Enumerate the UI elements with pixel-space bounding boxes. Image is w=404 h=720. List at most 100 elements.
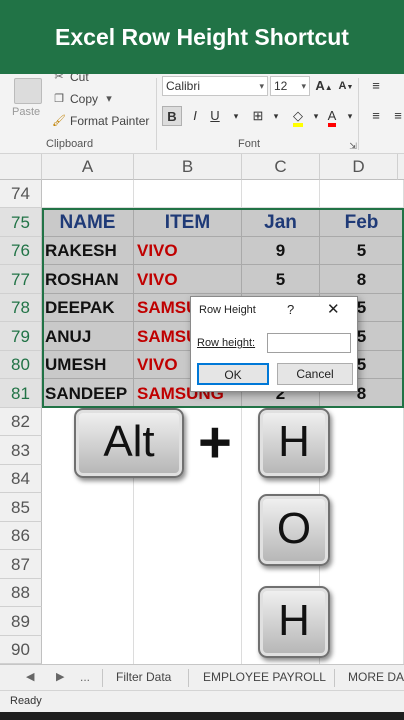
table-header-cell[interactable]: Feb [320,208,404,237]
fill-color-button[interactable]: ◇ [288,106,308,127]
tab-scroll-left-icon[interactable]: ◀ [26,670,34,683]
row-header[interactable]: 86 [0,522,42,550]
table-cell[interactable]: 8 [320,265,404,294]
copy-label: Copy [70,92,99,106]
borders-icon: ⊞ [252,108,264,123]
copy-icon: ❐ [54,93,64,105]
cell[interactable] [42,180,134,208]
close-icon[interactable]: ✕ [327,300,340,318]
row-header[interactable]: 78 [0,294,42,322]
row-header[interactable]: 90 [0,636,42,664]
font-group-label: Font [238,138,261,150]
font-color-button[interactable]: A [322,106,342,127]
row-height-label-text: Row height: [197,337,256,349]
table-cell[interactable]: VIVO [134,237,242,265]
row-height-dialog: Row Height ? ✕ Row height: OK Cancel [190,296,358,392]
table-header-cell[interactable]: NAME [42,208,134,237]
empty-column-area[interactable] [320,408,404,664]
tab-divider [334,669,335,687]
cut-button[interactable]: ✂ Cut [52,74,89,84]
underline-button[interactable]: U [205,106,225,126]
table-cell[interactable]: ANUJ [42,322,134,351]
column-header-c[interactable]: C [242,154,320,180]
table-cell[interactable]: ROSHAN [42,265,134,294]
clipboard-group-label: Clipboard [46,138,94,150]
row-header[interactable]: 74 [0,180,42,208]
align-top-button[interactable]: ≡ [366,76,386,96]
grow-font-button[interactable]: A▲ [314,76,334,96]
format-painter-label: Format Painter [70,114,150,128]
shrink-font-button[interactable]: A▼ [336,76,356,96]
row-header[interactable]: 80 [0,351,42,379]
fill-bucket-icon: ◇ [293,109,303,127]
format-painter-button[interactable]: 🖌 Format Painter [52,114,149,128]
table-cell[interactable]: 9 [242,237,320,265]
table-cell[interactable]: VIVO [134,265,242,294]
column-header-b[interactable]: B [134,154,242,180]
table-cell[interactable]: UMESH [42,351,134,379]
sheet-tab-more-data[interactable]: MORE DA [348,670,404,684]
align-lines-icon: ≡ [394,108,402,123]
align-left-button[interactable]: ≡ [366,106,386,126]
copy-button[interactable]: ❐ Copy ▾ [52,92,116,106]
underline-label: U [210,108,220,123]
chevron-down-icon: ▾ [313,111,319,121]
font-color-dropdown[interactable]: ▾ [340,106,360,126]
paste-button[interactable]: Paste [8,76,46,136]
row-header[interactable]: 76 [0,237,42,265]
table-cell[interactable]: 5 [242,265,320,294]
sheet-tab-employee-payroll[interactable]: EMPLOYEE PAYROLL [203,670,326,684]
row-header[interactable]: 85 [0,493,42,522]
table-header-cell[interactable]: ITEM [134,208,242,237]
cut-label: Cut [70,74,89,84]
cell[interactable] [134,180,242,208]
h-key: H [258,408,330,478]
cancel-button[interactable]: Cancel [277,363,353,385]
ok-button[interactable]: OK [197,363,269,385]
select-all-corner[interactable] [0,154,42,180]
cell[interactable] [242,180,320,208]
table-cell[interactable]: RAKESH [42,237,134,265]
help-icon[interactable]: ? [287,302,294,317]
tab-scroll-right-icon[interactable]: ▶ [56,670,64,683]
video-title-banner: Excel Row Height Shortcut [0,0,404,74]
font-name-dropdown[interactable]: Calibri ▾ [162,76,268,96]
italic-button[interactable]: I [185,106,205,126]
column-header-d[interactable]: D [320,154,398,180]
row-header[interactable]: 75 [0,208,42,237]
clipboard-icon [14,78,42,104]
worksheet-grid[interactable]: A B C D 74 75 76 77 78 79 80 81 82 83 84… [0,154,404,664]
column-header-e[interactable] [398,154,404,180]
o-key: O [258,494,330,566]
table-cell[interactable]: DEEPAK [42,294,134,322]
cell[interactable] [320,180,404,208]
bold-button[interactable]: B [162,106,182,126]
chevron-down-icon: ▾ [106,93,112,105]
italic-label: I [193,108,197,123]
font-size-dropdown[interactable]: 12 ▾ [270,76,310,96]
borders-dropdown[interactable]: ▾ [266,106,286,126]
paintbrush-icon: 🖌 [52,115,66,127]
row-header[interactable]: 79 [0,322,42,351]
more-tabs-button[interactable]: ... [80,670,90,684]
row-header[interactable]: 87 [0,550,42,579]
align-center-button[interactable]: ≡ [388,106,404,126]
grow-font-label: A [315,78,325,93]
bold-label: B [167,109,177,124]
column-header-a[interactable]: A [42,154,134,180]
row-header[interactable]: 89 [0,607,42,636]
banner-title: Excel Row Height Shortcut [55,23,349,50]
row-header[interactable]: 81 [0,379,42,408]
row-header[interactable]: 77 [0,265,42,294]
table-cell[interactable]: 5 [320,237,404,265]
row-header[interactable]: 82 [0,408,42,436]
row-header[interactable]: 84 [0,465,42,493]
sheet-tab-filter-data[interactable]: Filter Data [116,670,171,684]
row-header[interactable]: 88 [0,579,42,607]
borders-button[interactable]: ⊞ [248,106,268,126]
row-height-input[interactable] [267,333,351,353]
table-cell[interactable]: SANDEEP [42,379,134,408]
table-header-cell[interactable]: Jan [242,208,320,237]
row-header[interactable]: 83 [0,436,42,465]
underline-dropdown[interactable]: ▾ [226,106,246,126]
